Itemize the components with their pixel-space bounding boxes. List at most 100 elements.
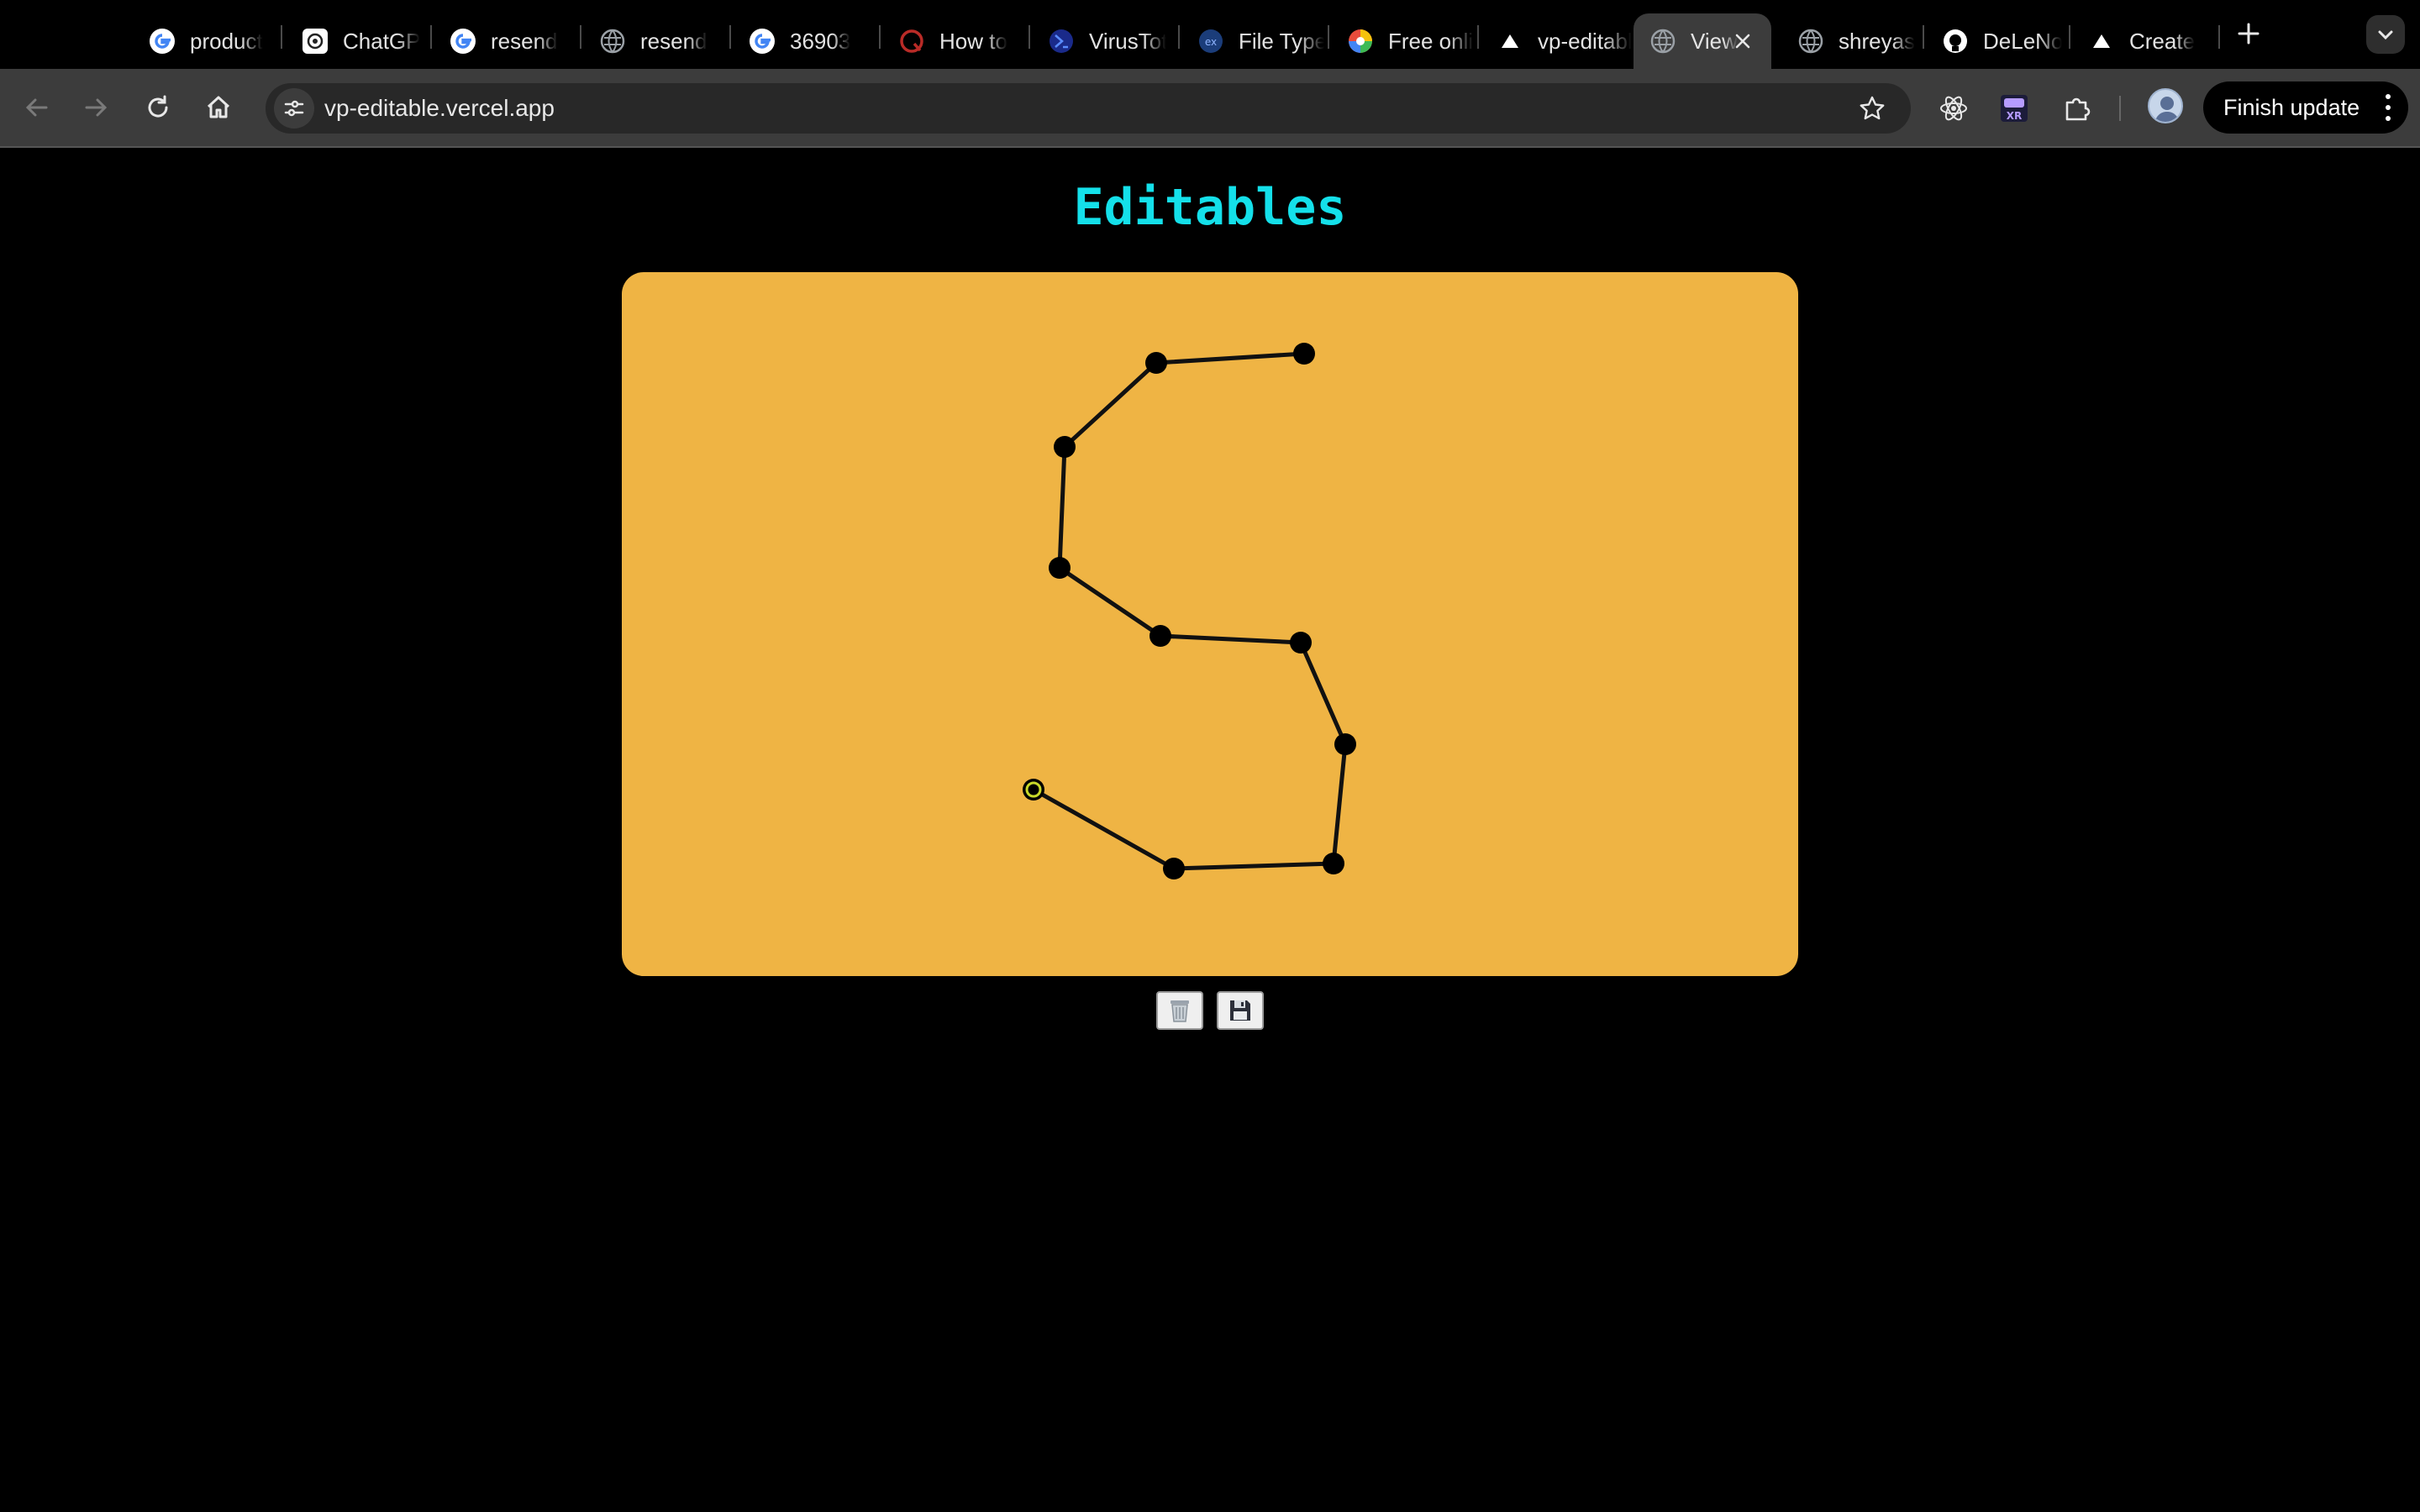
google-icon: [748, 27, 776, 55]
tab-label: resend: [640, 28, 708, 54]
globe-icon: [1797, 27, 1825, 55]
vertex-point[interactable]: [1290, 632, 1312, 654]
tab-free-online[interactable]: Free online: [1331, 13, 1474, 69]
vertex-point[interactable]: [1150, 625, 1171, 647]
tab-label: Create: [2129, 28, 2196, 54]
tab-shreyas[interactable]: shreyas: [1781, 13, 1916, 69]
extensions-button[interactable]: [2055, 87, 2097, 129]
site-info-icon[interactable]: [274, 88, 314, 129]
connecting-path: [1032, 351, 1348, 871]
tab-separator: [430, 25, 432, 49]
tab-search-button[interactable]: [2366, 15, 2405, 54]
vertex-point[interactable]: [1145, 352, 1167, 374]
forward-button[interactable]: [76, 87, 116, 128]
filetype-icon: ex: [1197, 27, 1225, 55]
profile-avatar[interactable]: [2148, 88, 2183, 123]
tab-separator: [879, 25, 881, 49]
tab-separator: [580, 25, 581, 49]
toolbar-divider: [2119, 96, 2121, 121]
address-bar[interactable]: vp-editable.vercel.app: [266, 83, 1911, 134]
tab-file-type[interactable]: ex File Type: [1181, 13, 1324, 69]
tab-separator: [281, 25, 282, 49]
tab-separator: [1028, 25, 1030, 49]
tab-resend-google[interactable]: resend: [434, 13, 568, 69]
tab-vp-editable[interactable]: vp-editable: [1481, 13, 1632, 69]
tab-label: DeLeNo: [1983, 28, 2062, 54]
globe-icon: [1649, 27, 1677, 55]
bookmark-star-icon[interactable]: [1857, 93, 1887, 123]
tab-deleno[interactable]: DeLeNo: [1926, 13, 2062, 69]
finish-update-label: Finish update: [2223, 94, 2360, 120]
close-tab-icon[interactable]: [1729, 28, 1756, 55]
tab-label: vp-editable: [1538, 28, 1632, 54]
selected-vertex-point[interactable]: [1023, 779, 1044, 801]
quora-icon: [897, 27, 926, 55]
xr-extension[interactable]: XR: [1993, 87, 2035, 129]
tab-36903[interactable]: 36903: [733, 13, 867, 69]
tab-separator: [1328, 25, 1329, 49]
new-tab-button[interactable]: [2232, 17, 2265, 50]
reload-button[interactable]: [138, 87, 178, 128]
tab-label: 36903: [790, 28, 851, 54]
chatgpt-icon: [301, 27, 329, 55]
canvas-actions: [0, 991, 2420, 1030]
globe-icon: [598, 27, 627, 55]
virustotal-icon: [1047, 27, 1076, 55]
tab-create[interactable]: Create: [2072, 13, 2220, 69]
vertex-point[interactable]: [1323, 853, 1344, 874]
trash-icon: [1171, 1000, 1189, 1022]
tab-label: VirusTotal: [1089, 28, 1166, 54]
vercel-icon: [2087, 27, 2116, 55]
tab-chatgpt[interactable]: ChatGPT: [286, 13, 420, 69]
puzzle-icon: [2065, 97, 2091, 121]
back-button[interactable]: [17, 87, 57, 128]
plus-icon: [2238, 23, 2260, 45]
finish-update-button[interactable]: Finish update: [2203, 81, 2408, 134]
tab-label: How to: [939, 28, 1007, 54]
arrow-right-icon: [85, 98, 108, 117]
google-icon: [449, 27, 477, 55]
drawing-canvas[interactable]: [622, 272, 1798, 976]
home-icon: [207, 96, 230, 118]
tab-product[interactable]: product: [133, 13, 267, 69]
tab-separator: [2069, 25, 2070, 49]
vertex-point[interactable]: [1049, 557, 1071, 579]
home-button[interactable]: [198, 87, 239, 128]
tab-label: shreyas: [1839, 28, 1916, 54]
react-devtools-extension[interactable]: [1933, 87, 1975, 129]
vertex-point[interactable]: [1334, 733, 1356, 755]
save-button[interactable]: [1217, 991, 1264, 1030]
tab-strip: product ChatGPT resend resend 36903: [0, 0, 2420, 69]
vercel-icon: [1496, 27, 1524, 55]
page-title: Editables: [1073, 178, 1347, 237]
xr-icon: XR: [2001, 95, 2028, 122]
google-icon: [148, 27, 176, 55]
tab-separator: [1923, 25, 1924, 49]
arrow-left-icon: [25, 98, 48, 117]
tab-label: ChatGPT: [343, 28, 420, 54]
floppy-disk-icon: [1230, 1000, 1250, 1021]
tab-separator: [1477, 25, 1479, 49]
browser-toolbar: vp-editable.vercel.app XR: [0, 69, 2420, 148]
polyline-drawing[interactable]: [622, 272, 1798, 976]
more-vert-icon[interactable]: [2385, 94, 2391, 121]
svg-text:XR: XR: [2007, 110, 2023, 122]
tab-how-to[interactable]: How to: [882, 13, 1025, 69]
vertex-point[interactable]: [1293, 343, 1315, 365]
tab-resend-web[interactable]: resend: [583, 13, 718, 69]
vertex-point[interactable]: [1054, 436, 1076, 458]
tab-label: product: [190, 28, 263, 54]
tab-view[interactable]: View: [1634, 13, 1771, 69]
url-text[interactable]: vp-editable.vercel.app: [324, 95, 555, 122]
tab-label: File Type: [1239, 28, 1324, 54]
clear-button[interactable]: [1156, 991, 1203, 1030]
vertex-point[interactable]: [1163, 858, 1185, 879]
chevron-down-icon: [2378, 30, 2393, 40]
reload-icon: [148, 95, 168, 118]
github-icon: [1941, 27, 1970, 55]
react-icon: [1940, 96, 1967, 121]
color-wheel-icon: [1346, 27, 1375, 55]
tab-separator: [2218, 25, 2220, 49]
tab-label: Free online: [1388, 28, 1474, 54]
tab-virustotal[interactable]: VirusTotal: [1032, 13, 1166, 69]
